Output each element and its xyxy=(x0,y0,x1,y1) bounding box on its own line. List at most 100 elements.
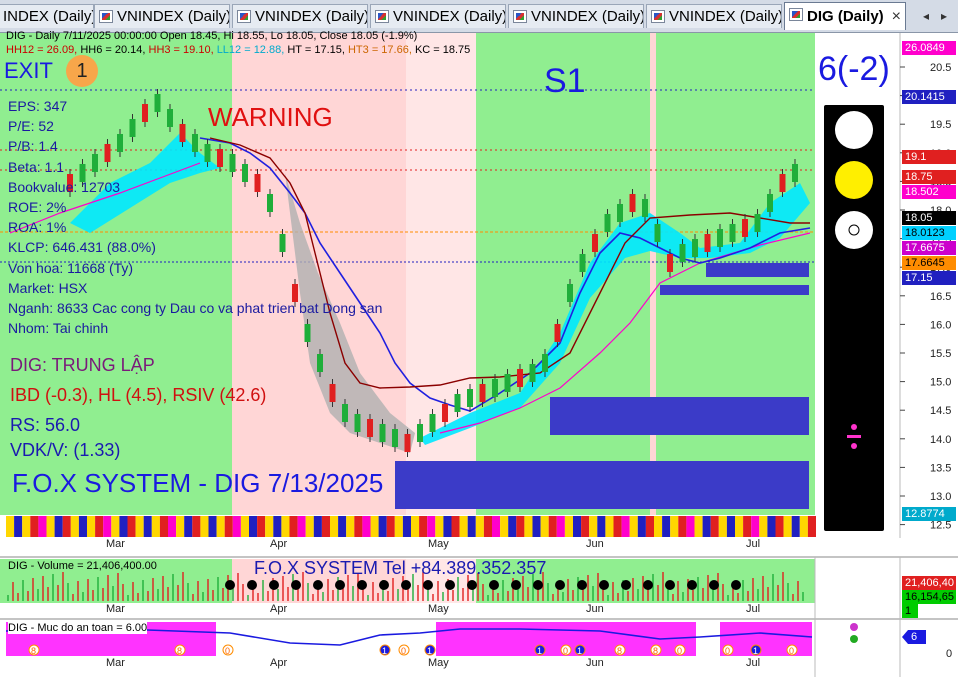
volume-dot xyxy=(445,580,455,590)
volume-dot xyxy=(313,580,323,590)
candle-body xyxy=(467,389,473,407)
volume-dot xyxy=(643,580,653,590)
month-label: May xyxy=(428,657,449,669)
fundamental-item: KLCP: 646.431 (88.0%) xyxy=(8,239,156,256)
volume-dot xyxy=(577,580,587,590)
price-tick: 14.0 xyxy=(930,434,951,446)
volume-dot xyxy=(621,580,631,590)
month-label: Apr xyxy=(270,538,288,550)
scroll-left-icon[interactable]: ◂ xyxy=(918,8,934,24)
signal-strip-cell xyxy=(483,516,492,537)
signal-strip-cell xyxy=(743,516,752,537)
signal-strip-cell xyxy=(435,516,444,537)
signal-strip-cell xyxy=(62,516,71,537)
volume-badge: 21,406,40 xyxy=(902,576,956,590)
safety-marker-label: 0 xyxy=(401,646,406,656)
fundamental-item: Von hoa: 11668 (Ty) xyxy=(8,259,134,276)
tab-vnindex-5[interactable]: VNINDEX (Daily) xyxy=(646,4,782,28)
signal-strip-cell xyxy=(605,516,614,537)
tab-vnindex-4[interactable]: VNINDEX (Daily) xyxy=(508,4,644,28)
signal-strip-cell xyxy=(135,516,144,537)
signal-strip-cell xyxy=(775,516,784,537)
signal-strip-cell xyxy=(500,516,509,537)
candle-body xyxy=(404,434,411,452)
candle-body xyxy=(454,394,461,412)
signal-strip-cell xyxy=(540,516,549,537)
fundamental-item: P/E: 52 xyxy=(8,118,54,135)
price-badge: 20.1415 xyxy=(902,90,956,104)
tab-index[interactable]: INDEX (Daily) xyxy=(0,4,94,28)
price-tick: 13.0 xyxy=(930,491,951,503)
signal-strip-cell xyxy=(208,516,217,537)
tab-dig[interactable]: DIG (Daily) × xyxy=(784,2,906,30)
signal-strip-cell xyxy=(378,516,387,537)
price-badge: 17.6675 xyxy=(902,241,956,255)
volume-dot xyxy=(247,580,257,590)
candle-body xyxy=(742,219,748,237)
signal-strip-cell xyxy=(111,516,120,537)
candle-body xyxy=(692,239,698,257)
price-badge: 19.1 xyxy=(902,150,956,164)
chart-tab-icon xyxy=(99,10,113,23)
candle-body xyxy=(517,369,523,387)
signal-strip-cell xyxy=(654,516,663,537)
price-tick: 14.5 xyxy=(930,405,951,417)
candle-body xyxy=(667,254,673,272)
fundamental-item: ROA: 1% xyxy=(8,219,67,236)
signal-strip-cell xyxy=(305,516,314,537)
month-label: Jun xyxy=(586,657,604,669)
volume-dot xyxy=(665,580,675,590)
volume-dot xyxy=(379,580,389,590)
close-icon[interactable]: × xyxy=(892,3,901,30)
volume-badge: 1 xyxy=(902,604,918,618)
month-label: Jul xyxy=(746,538,761,550)
tab-label: VNINDEX (Daily) xyxy=(669,8,782,25)
signal-strip-cell xyxy=(621,516,630,537)
candle-body xyxy=(717,229,723,247)
signal-strip-cell xyxy=(767,516,776,537)
signal-strip-cell xyxy=(548,516,557,537)
signal-strip-cell xyxy=(475,516,484,537)
price-tick: 15.0 xyxy=(930,377,951,389)
signal-strip-cell xyxy=(718,516,727,537)
signal-strip-cell xyxy=(249,516,258,537)
scroll-right-icon[interactable]: ▸ xyxy=(936,8,952,24)
signal-strip-cell xyxy=(645,516,654,537)
safety-marker-label: 0 xyxy=(677,646,682,656)
signal-strip-cell xyxy=(807,516,816,537)
fundamental-item: ROE: 2% xyxy=(8,199,67,216)
candle-body xyxy=(629,194,636,212)
signal-strip-cell xyxy=(22,516,31,537)
candle-body xyxy=(579,254,586,272)
candle-body xyxy=(554,324,561,342)
exit-badge: 1 xyxy=(66,55,98,87)
tab-vnindex-1[interactable]: VNINDEX (Daily) xyxy=(94,4,230,28)
fundamental-item: EPS: 347 xyxy=(8,98,68,114)
signal-strip-cell xyxy=(419,516,428,537)
tab-vnindex-2[interactable]: VNINDEX (Daily) xyxy=(232,4,368,28)
safety-marker-label: 8 xyxy=(653,646,658,656)
volume-dot xyxy=(599,580,609,590)
month-label: Mar xyxy=(106,603,125,615)
volume-dot xyxy=(357,580,367,590)
ibd-label: IBD (-0.3), HL (4.5), RSIV (42.6) xyxy=(10,385,267,405)
candle-body xyxy=(792,164,798,182)
candle-body xyxy=(754,214,761,232)
volume-dot xyxy=(687,580,697,590)
signal-strip-cell xyxy=(281,516,290,537)
chart-tab-icon xyxy=(375,10,389,23)
tab-vnindex-3[interactable]: VNINDEX (Daily) xyxy=(370,4,506,28)
signal-strip-cell xyxy=(78,516,87,537)
candle-body xyxy=(367,419,373,437)
signal-strip-cell xyxy=(119,516,128,537)
price-badge: 18.0123 xyxy=(902,226,956,240)
signal-strip-cell xyxy=(516,516,525,537)
signal-strip-cell xyxy=(597,516,606,537)
candle-body xyxy=(604,214,611,232)
candle-body xyxy=(779,174,786,192)
indicator-value: HT3 = 17.66, xyxy=(347,44,415,56)
fundamentals-list: EPS: 347 P/E: 52 P/B: 1.4 Beta: 1.1 Bookvalu… xyxy=(8,96,382,338)
signal-strip-cell xyxy=(192,516,201,537)
signal-strip-cell xyxy=(402,516,411,537)
candle-body xyxy=(767,194,773,212)
